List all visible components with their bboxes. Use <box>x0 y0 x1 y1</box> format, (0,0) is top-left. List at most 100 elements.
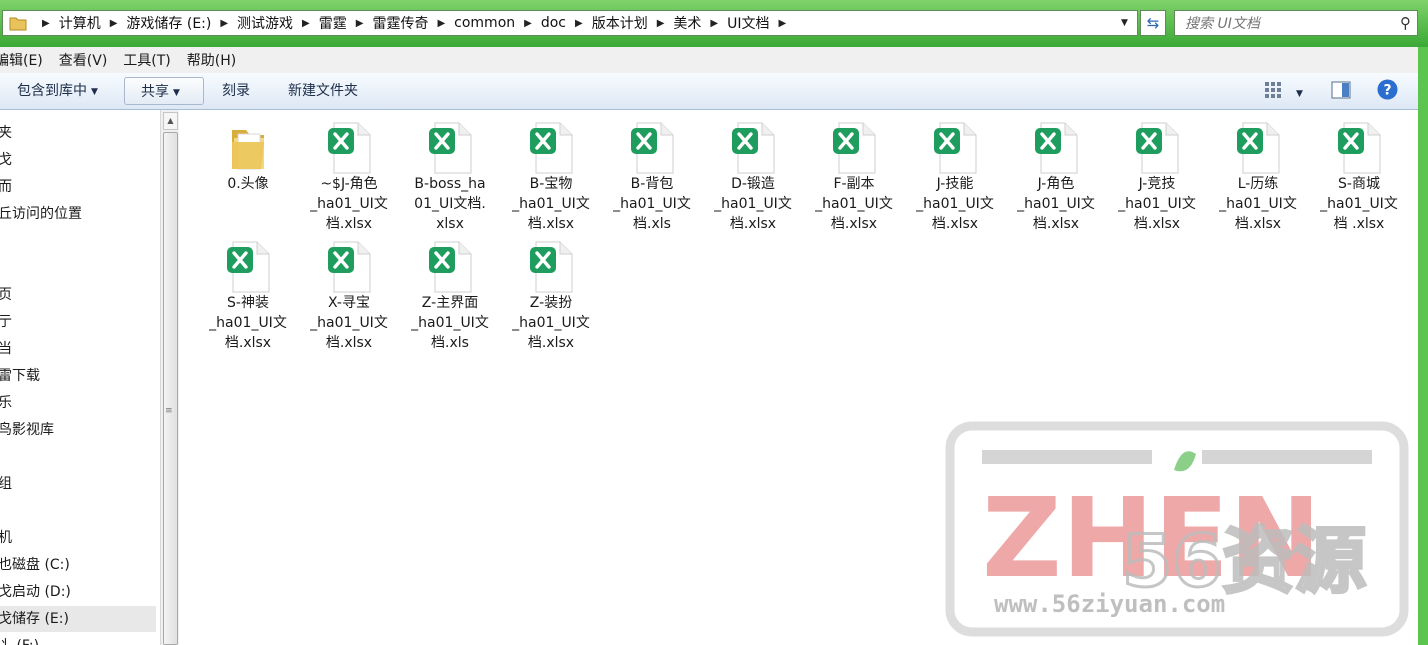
file-item[interactable]: S-神装 _ha01_UI文 档.xlsx <box>200 231 296 353</box>
file-thumbnail <box>630 122 674 174</box>
file-item[interactable]: F-副本 _ha01_UI文 档.xlsx <box>806 112 902 234</box>
preview-pane-icon <box>1331 81 1351 99</box>
nav-item[interactable]: 夹 <box>0 120 156 146</box>
command-bar: 包含到库中 ▼ 共享 ▼ 刻录 新建文件夹 ▼ ? <box>0 73 1418 110</box>
file-thumbnail <box>933 122 977 174</box>
breadcrumb-item[interactable]: 雷霆 <box>319 13 347 33</box>
file-item[interactable]: B-背包 _ha01_UI文 档.xls <box>604 112 700 234</box>
share-button[interactable]: 共享 ▼ <box>124 77 204 105</box>
file-item[interactable]: B-boss_ha 01_UI文档. xlsx <box>402 112 498 234</box>
folder-item[interactable]: 0.头像 <box>200 112 296 194</box>
refresh-button[interactable]: ⇆ <box>1140 10 1166 36</box>
file-label: B-boss_ha 01_UI文档. xlsx <box>414 176 486 232</box>
help-icon: ? <box>1377 79 1398 100</box>
navigation-scrollbar[interactable]: ▲ ≡ <box>160 110 179 645</box>
breadcrumb-item[interactable]: 版本计划 <box>592 13 648 33</box>
help-button[interactable]: ? <box>1377 79 1398 101</box>
file-thumbnail <box>327 241 371 293</box>
nav-item[interactable]: 丬 (F:) <box>0 633 156 645</box>
excel-file-icon <box>429 241 472 293</box>
nav-item[interactable]: 也磁盘 (C:) <box>0 552 156 578</box>
breadcrumb-separator-icon[interactable]: ▶ <box>575 18 583 29</box>
excel-file-icon <box>328 241 371 293</box>
folder-icon <box>9 17 27 31</box>
breadcrumb-separator-icon[interactable]: ▶ <box>437 18 445 29</box>
breadcrumb-separator-icon[interactable]: ▶ <box>779 18 787 29</box>
file-label: ~$J-角色 _ha01_UI文 档.xlsx <box>310 176 388 232</box>
breadcrumb-separator-icon[interactable]: ▶ <box>220 18 228 29</box>
nav-item[interactable]: 亍 <box>0 309 156 335</box>
breadcrumb-separator-icon[interactable]: ▶ <box>302 18 310 29</box>
breadcrumb-item[interactable]: common <box>454 15 515 31</box>
excel-file-icon <box>833 122 876 174</box>
excel-file-icon <box>934 122 977 174</box>
nav-item[interactable]: 鸟影视库 <box>0 417 156 443</box>
breadcrumb-separator-icon[interactable]: ▶ <box>710 18 718 29</box>
file-item[interactable]: J-技能 _ha01_UI文 档.xlsx <box>907 112 1003 234</box>
breadcrumb-item[interactable]: 雷霆传奇 <box>372 13 428 33</box>
file-label: J-竞技 _ha01_UI文 档.xlsx <box>1118 176 1196 232</box>
file-thumbnail <box>226 241 270 293</box>
file-item[interactable]: B-宝物 _ha01_UI文 档.xlsx <box>503 112 599 234</box>
file-item[interactable]: J-竞技 _ha01_UI文 档.xlsx <box>1109 112 1205 234</box>
breadcrumb-item[interactable]: UI文档 <box>727 13 769 33</box>
file-item[interactable]: L-历练 _ha01_UI文 档.xlsx <box>1210 112 1306 234</box>
preview-pane-button[interactable] <box>1331 81 1351 101</box>
nav-item[interactable]: 戈启动 (D:) <box>0 579 156 605</box>
file-label: B-宝物 _ha01_UI文 档.xlsx <box>512 176 590 232</box>
address-dropdown-icon[interactable]: ▼ <box>1121 18 1128 28</box>
nav-item[interactable]: 戈储存 (E:) <box>0 606 156 632</box>
excel-file-icon <box>1035 122 1078 174</box>
excel-file-icon <box>530 122 573 174</box>
breadcrumb: ▶ 计算机 ▶ 游戏储存 (E:) ▶ 测试游戏 ▶ 雷霆 ▶ 雷霆传奇 ▶ common ▶ doc ▶ 版… <box>33 11 795 35</box>
search-input[interactable] <box>1183 12 1387 36</box>
file-item[interactable]: Z-装扮 _ha01_UI文 档.xlsx <box>503 231 599 353</box>
view-dropdown-icon[interactable]: ▼ <box>1296 80 1303 100</box>
menu-item[interactable]: 工具(T) <box>123 50 170 70</box>
breadcrumb-separator-icon[interactable]: ▶ <box>42 18 50 29</box>
file-label: F-副本 _ha01_UI文 档.xlsx <box>815 176 893 232</box>
menu-item[interactable]: 查看(V) <box>59 50 108 70</box>
include-in-library-button[interactable]: 包含到库中 ▼ <box>17 77 98 105</box>
breadcrumb-item[interactable]: 测试游戏 <box>237 13 293 33</box>
breadcrumb-separator-icon[interactable]: ▶ <box>657 18 665 29</box>
address-bar[interactable]: ▶ 计算机 ▶ 游戏储存 (E:) ▶ 测试游戏 ▶ 雷霆 ▶ 雷霆传奇 ▶ common ▶ doc ▶ 版… <box>2 10 1138 36</box>
navigation-pane: 夹戈而丘访问的位置页亍当雷下载乐鸟影视库组机也磁盘 (C:) 戈启动 (D:) 戈储… <box>0 110 160 645</box>
breadcrumb-item[interactable]: 美术 <box>673 13 701 33</box>
menu-item[interactable]: 编辑(E) <box>0 50 43 70</box>
search-icon[interactable]: ⚲ <box>1400 14 1411 32</box>
file-thumbnail <box>1337 122 1381 174</box>
nav-item[interactable]: 页 <box>0 282 156 308</box>
excel-file-icon <box>328 122 371 174</box>
file-label: L-历练 _ha01_UI文 档.xlsx <box>1219 176 1297 232</box>
new-folder-button[interactable]: 新建文件夹 <box>288 77 358 105</box>
nav-item[interactable]: 而 <box>0 174 156 200</box>
nav-item[interactable]: 雷下载 <box>0 363 156 389</box>
file-item[interactable]: J-角色 _ha01_UI文 档.xlsx <box>1008 112 1104 234</box>
file-item[interactable]: D-锻造 _ha01_UI文 档.xlsx <box>705 112 801 234</box>
nav-item[interactable]: 组 <box>0 471 156 497</box>
search-box[interactable]: ⚲ <box>1174 10 1418 36</box>
breadcrumb-separator-icon[interactable]: ▶ <box>356 18 364 29</box>
breadcrumb-item[interactable]: doc <box>541 15 566 31</box>
nav-item[interactable]: 机 <box>0 525 156 551</box>
breadcrumb-item[interactable]: 游戏储存 (E:) <box>126 13 211 33</box>
file-item[interactable]: X-寻宝 _ha01_UI文 档.xlsx <box>301 231 397 353</box>
file-item[interactable]: S-商城 _ha01_UI文 档 .xlsx <box>1311 112 1407 234</box>
nav-item[interactable]: 戈 <box>0 147 156 173</box>
menu-bar: 编辑(E) 查看(V) 工具(T) 帮助(H) <box>0 47 1418 73</box>
file-item[interactable]: ~$J-角色 _ha01_UI文 档.xlsx <box>301 112 397 234</box>
scroll-up-icon[interactable]: ▲ <box>163 112 178 130</box>
nav-item[interactable]: 当 <box>0 336 156 362</box>
menu-item[interactable]: 帮助(H) <box>187 50 236 70</box>
view-options-button[interactable] <box>1264 81 1282 101</box>
breadcrumb-item[interactable]: 计算机 <box>59 13 101 33</box>
breadcrumb-separator-icon[interactable]: ▶ <box>524 18 532 29</box>
file-item[interactable]: Z-主界面 _ha01_UI文 档.xls <box>402 231 498 353</box>
scrollbar-thumb[interactable] <box>163 132 178 645</box>
breadcrumb-separator-icon[interactable]: ▶ <box>110 18 118 29</box>
excel-file-icon <box>732 122 775 174</box>
burn-button[interactable]: 刻录 <box>222 77 250 105</box>
nav-item[interactable]: 乐 <box>0 390 156 416</box>
nav-item[interactable]: 丘访问的位置 <box>0 201 156 227</box>
